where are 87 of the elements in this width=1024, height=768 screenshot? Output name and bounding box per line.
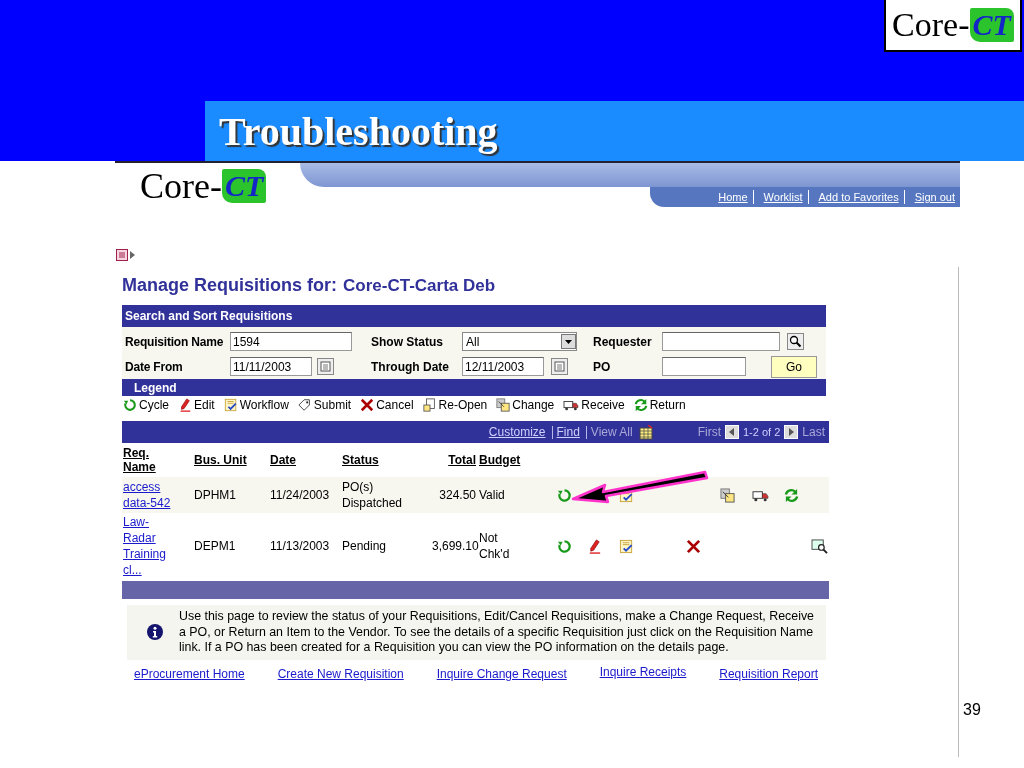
refresh-icon <box>123 398 137 412</box>
field-label: Requisition Name <box>125 334 225 349</box>
info-icon <box>147 624 163 641</box>
column-header[interactable]: Budget <box>479 453 521 467</box>
footer-link[interactable]: eProcurement Home <box>134 666 245 681</box>
column-header[interactable]: Date <box>270 453 296 467</box>
date-field[interactable]: 12/11/2003 <box>462 357 544 376</box>
field-label: Requester <box>593 334 653 349</box>
field-label: Through Date <box>371 359 450 374</box>
go-button[interactable]: Go <box>771 355 817 378</box>
toolbar-link[interactable]: Find <box>551 425 582 439</box>
nav-link[interactable]: Worklist <box>752 190 808 204</box>
legend-label: Change <box>512 398 555 412</box>
legend-label: Cancel <box>376 398 414 412</box>
document-change-icon <box>720 487 735 503</box>
legend-label: Workflow <box>239 398 289 412</box>
info-text: Use this page to review the status of your Requisitions, Edit/Cancel Requisitions, make a Change Request, Receive a PO, or Return an Item to the Vendor. To see the details of a specific Requisition just click on the Requisition Name link. If a PO has been created for a Requisition you can view the PO information on the details page. <box>179 609 815 656</box>
column-header[interactable]: Status <box>342 453 379 467</box>
text-field[interactable] <box>662 332 780 351</box>
section-title: Search and Sort Requisitions <box>125 309 293 323</box>
date-field[interactable]: 11/11/2003 <box>230 357 312 376</box>
calendar-icon[interactable] <box>317 358 334 375</box>
legend-label: Edit <box>194 398 215 412</box>
table-cell: 11/24/2003 <box>270 488 330 502</box>
table-cell: PO(s) Dispatched <box>342 480 403 510</box>
document-icon <box>422 398 437 412</box>
nav-link[interactable]: Add to Favorites <box>807 190 904 204</box>
previous-page-icon[interactable] <box>725 425 739 439</box>
footer-link[interactable]: Inquire Change Request <box>436 666 567 681</box>
footer-link[interactable]: Requisition Report <box>719 666 818 681</box>
toolbar-link[interactable]: Customize <box>484 425 548 439</box>
core-ct-logo: Core-CT <box>892 6 1014 44</box>
nav-link[interactable]: Home <box>708 190 753 204</box>
page-number: 39 <box>963 701 981 719</box>
cross-icon <box>686 538 701 554</box>
slide-title: Troubleshooting <box>219 107 498 155</box>
legend-label: Submit <box>313 398 352 412</box>
tag-icon <box>297 398 312 412</box>
core-ct-logo: Core-CT <box>140 165 300 207</box>
next-page-icon[interactable] <box>784 425 799 439</box>
column-header[interactable]: Req. Name <box>123 446 163 474</box>
truck-icon <box>563 398 580 412</box>
calendar-icon[interactable] <box>551 358 568 375</box>
menu-toggle-icon[interactable] <box>116 249 136 261</box>
legend-label: Re-Open <box>438 398 488 412</box>
footer-link[interactable]: Create New Requisition <box>277 666 404 681</box>
refresh-icon <box>557 487 572 503</box>
column-header[interactable]: Total <box>448 453 476 467</box>
table-cell: DEPM1 <box>194 539 236 553</box>
nav-link[interactable]: Sign out <box>903 190 960 204</box>
cross-icon <box>360 398 375 412</box>
spreadsheet-icon[interactable] <box>638 424 654 440</box>
legend-label: Return <box>649 398 686 412</box>
last-link[interactable]: Last <box>802 425 825 439</box>
user-name: Core-CT-Carta Deb <box>343 276 496 296</box>
legend-label: Cycle <box>139 398 169 412</box>
field-label: PO <box>593 359 612 374</box>
text-field[interactable] <box>662 357 746 376</box>
column-header[interactable]: Bus. Unit <box>194 453 247 467</box>
requisition-link[interactable]: access data-542 <box>123 479 177 511</box>
table-cell: Pending <box>342 539 387 553</box>
page-heading: Manage Requisitions for: <box>122 275 337 296</box>
swap-arrows-icon <box>783 487 799 503</box>
search-icon[interactable] <box>787 333 804 350</box>
checklist-icon <box>619 538 634 554</box>
table-cell: 324.50 <box>439 488 476 502</box>
table-cell: DPHM1 <box>194 488 236 502</box>
field-label: Show Status <box>371 334 444 349</box>
legend-title: Legend <box>134 380 177 395</box>
first-link[interactable]: First <box>697 425 721 439</box>
page-range: 1-2 of 2 <box>743 426 781 438</box>
footer-link[interactable]: Inquire Receipts <box>599 664 687 679</box>
table-cell: Not Chk'd <box>479 531 510 561</box>
table-cell: 11/13/2003 <box>270 539 330 553</box>
table-cell: Valid <box>479 488 505 502</box>
status-dropdown[interactable]: All <box>462 332 577 351</box>
field-label: Date From <box>125 359 184 374</box>
refresh-icon <box>557 538 572 554</box>
text-field[interactable]: 1594 <box>230 332 352 351</box>
document-search-icon <box>811 538 828 554</box>
legend-label: Receive <box>581 398 625 412</box>
pencil-icon <box>178 398 192 412</box>
checklist-icon <box>223 398 238 412</box>
swap-arrows-icon <box>633 398 648 412</box>
requisition-link[interactable]: Law-Radar Training cl... <box>123 514 177 578</box>
document-change-icon <box>496 398 511 412</box>
table-cell: 3,699.10 <box>432 539 479 553</box>
